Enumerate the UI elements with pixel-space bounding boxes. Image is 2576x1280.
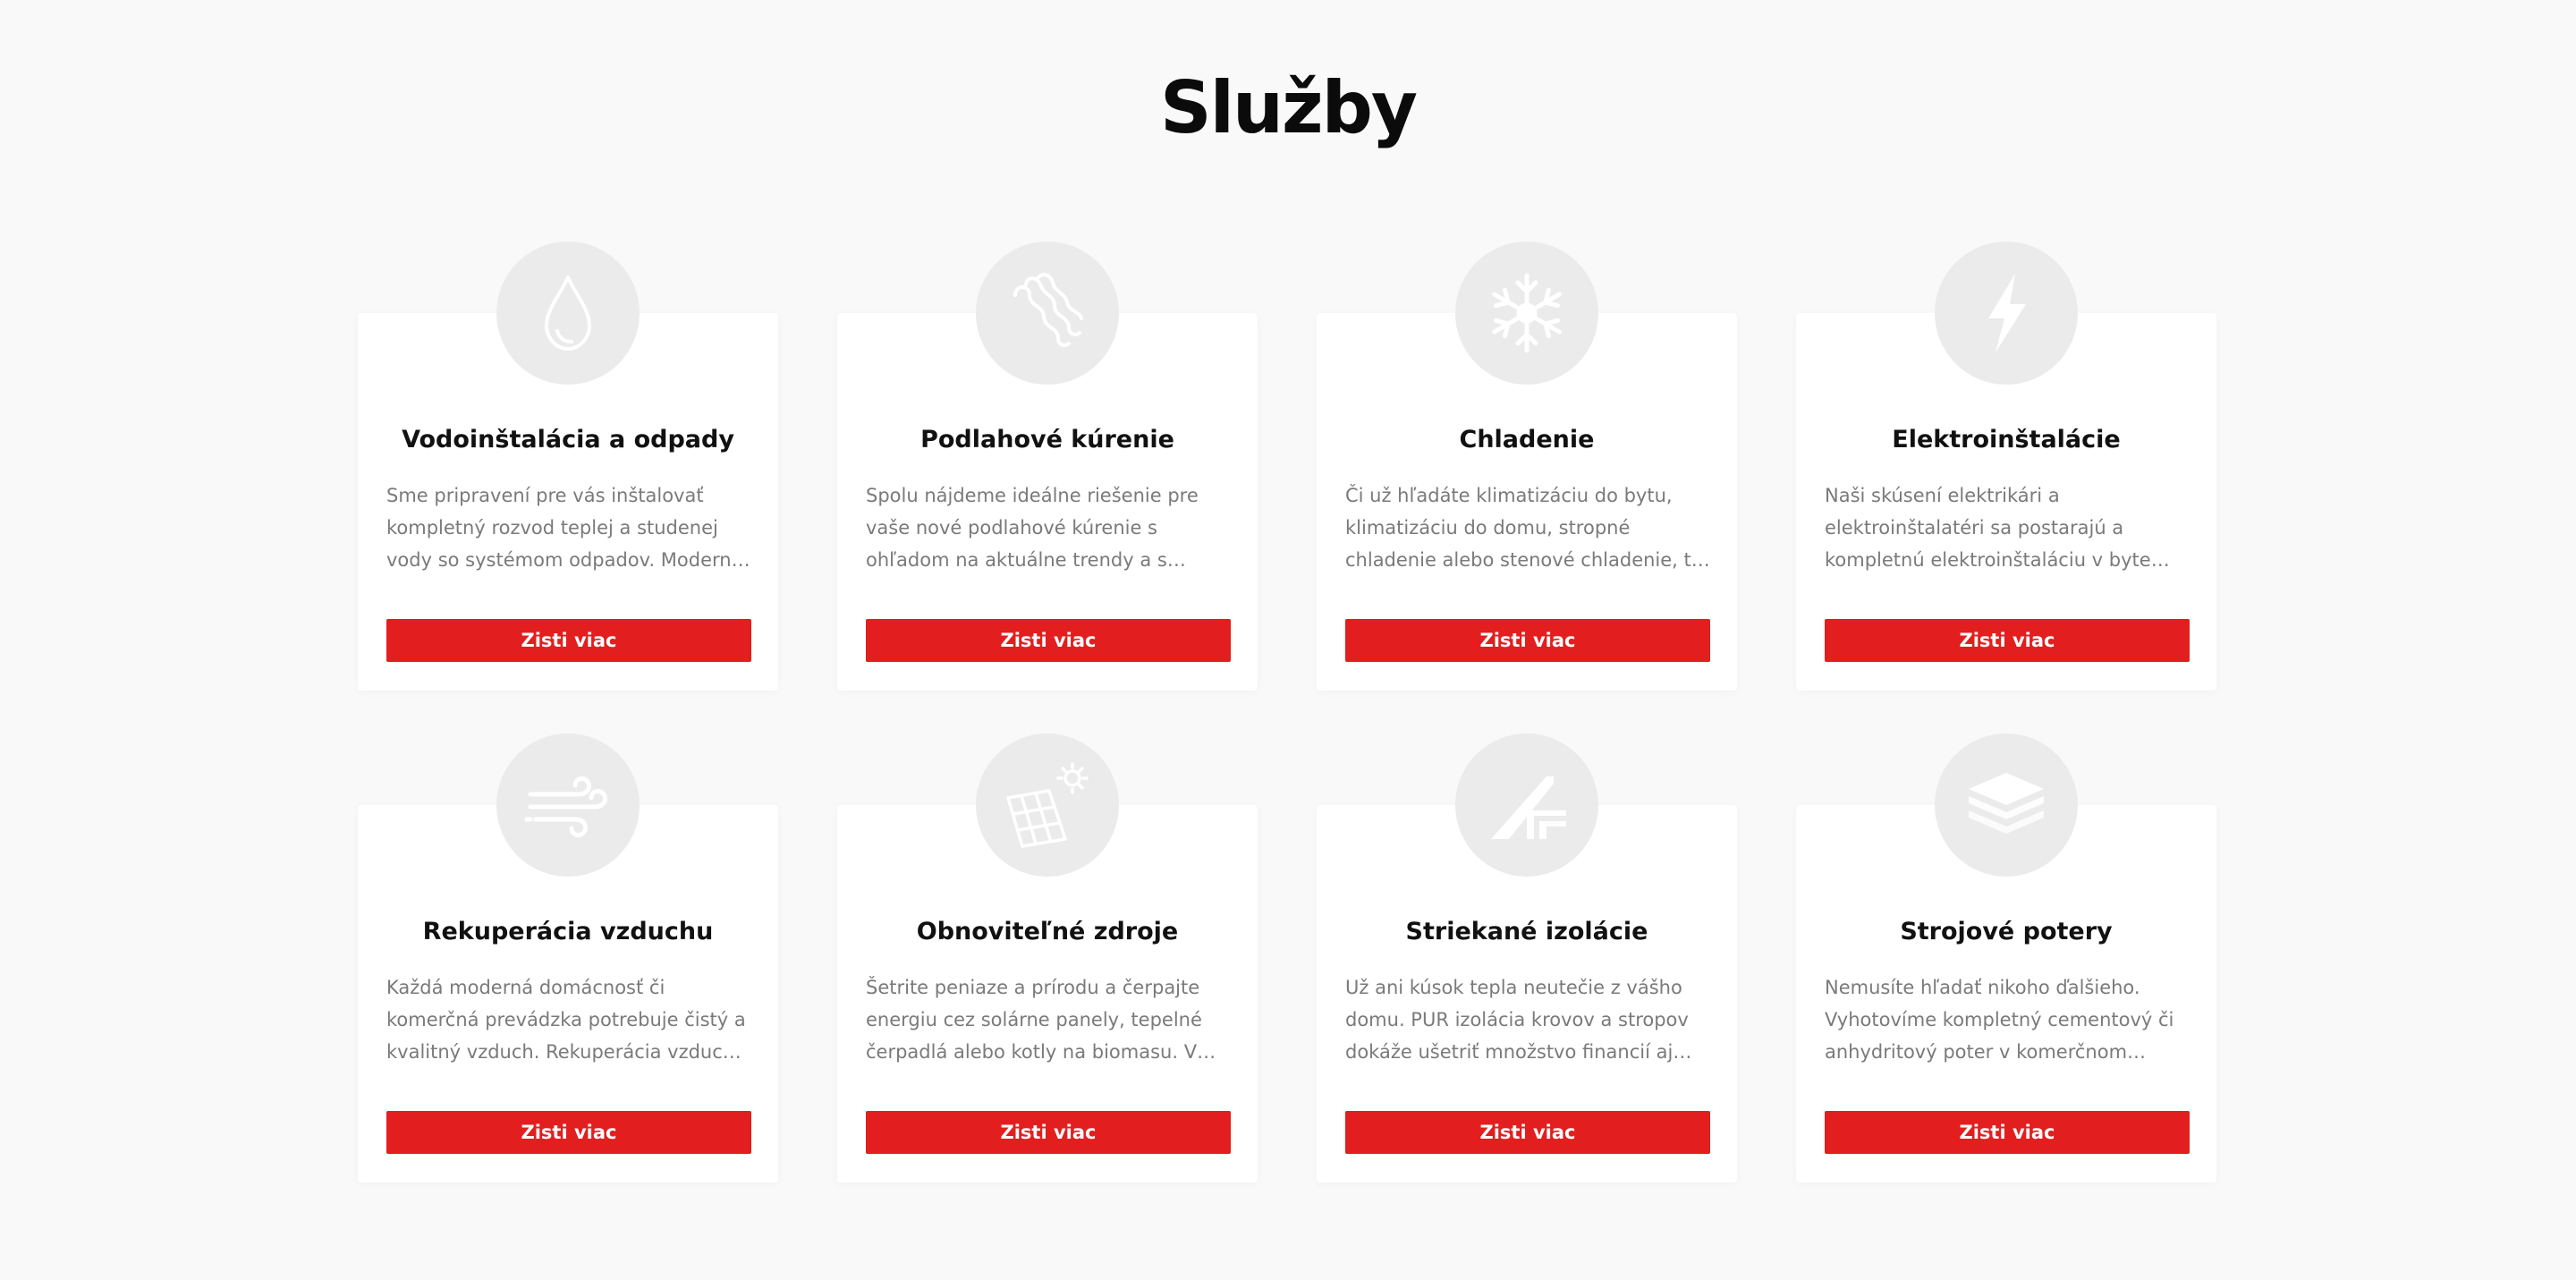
wind-icon <box>524 776 608 837</box>
learn-more-button[interactable]: Zisti viac <box>1825 1111 2190 1154</box>
service-description: Nemusíte hľadať nikoho ďalšieho. Vyhotov… <box>1825 977 2174 1063</box>
service-description: Každá moderná domácnosť či komerčná prev… <box>386 977 747 1063</box>
service-card-strojove-potery: Strojové potery Nemusíte hľadať nikoho ď… <box>1796 733 2216 1183</box>
learn-more-button[interactable]: Zisti viac <box>386 1111 751 1154</box>
service-icon-circle <box>976 733 1119 877</box>
service-description: Už ani kúsok tepla neutečie z vášho domu… <box>1345 977 1689 1063</box>
service-icon-circle <box>1455 242 1598 385</box>
service-description: Sme pripravení pre vás inštalovať komple… <box>386 485 750 571</box>
learn-more-button[interactable]: Zisti viac <box>1345 1111 1710 1154</box>
service-description: Či už hľadáte klimatizáciu do bytu, klim… <box>1345 485 1704 571</box>
service-icon-circle <box>1935 733 2078 877</box>
service-title: Elektroinštalácie <box>1892 426 2121 454</box>
learn-more-button[interactable]: Zisti viac <box>386 619 751 662</box>
services-grid: Vodoinštalácia a odpady Sme pripravení p… <box>358 242 2218 1183</box>
service-description: Naši skúsení elektrikári a elektroinštal… <box>1825 485 2151 571</box>
service-title: Podlahové kúrenie <box>920 426 1174 454</box>
floor-heating-icon <box>1013 273 1083 347</box>
layers-icon <box>1969 773 2044 834</box>
learn-more-button[interactable]: Zisti viac <box>1825 619 2190 662</box>
service-card-vodoinstalacia: Vodoinštalácia a odpady Sme pripravení p… <box>358 242 778 691</box>
services-page: Služby Vodoinštalácia a odpady Sme pripr… <box>0 0 2576 1280</box>
service-icon-circle <box>496 733 640 877</box>
learn-more-button[interactable]: Zisti viac <box>866 1111 1231 1154</box>
lightning-icon <box>1988 274 2026 352</box>
solar-panel-icon <box>1006 762 1089 848</box>
service-icon-circle <box>1455 733 1598 877</box>
service-title: Vodoinštalácia a odpady <box>402 426 734 454</box>
learn-more-button[interactable]: Zisti viac <box>866 619 1231 662</box>
service-card-elektroinstalacie: Elektroinštalácie Naši skúsení elektriká… <box>1796 242 2216 691</box>
service-card-chladenie: Chladenie Či už hľadáte klimatizáciu do … <box>1317 242 1737 691</box>
learn-more-button[interactable]: Zisti viac <box>1345 619 1710 662</box>
service-card-obnovitelne-zdroje: Obnoviteľné zdroje Šetrite peniaze a prí… <box>837 733 1258 1183</box>
service-card-rekuperacia: Rekuperácia vzduchu Každá moderná domácn… <box>358 733 778 1183</box>
service-icon-circle <box>976 242 1119 385</box>
service-title: Striekané izolácie <box>1405 918 1648 945</box>
service-icon-circle <box>496 242 640 385</box>
water-drop-icon <box>545 275 591 351</box>
page-title: Služby <box>1160 66 1418 149</box>
service-icon-circle <box>1935 242 2078 385</box>
service-description: Spolu nájdeme ideálne riešenie pre vaše … <box>866 485 1199 571</box>
service-card-podlahove-kurenie: Podlahové kúrenie Spolu nájdeme ideálne … <box>837 242 1258 691</box>
snowflake-icon <box>1492 273 1562 353</box>
service-description: Šetrite peniaze a prírodu a čerpajte ene… <box>866 977 1202 1063</box>
service-title: Chladenie <box>1459 426 1595 454</box>
service-title: Obnoviteľné zdroje <box>916 918 1179 945</box>
service-card-striekane-izolacie: Striekané izolácie Už ani kúsok tepla ne… <box>1317 733 1737 1183</box>
service-title: Strojové potery <box>1900 918 2113 945</box>
service-title: Rekuperácia vzduchu <box>422 918 714 945</box>
roof-insulation-icon <box>1491 776 1566 839</box>
